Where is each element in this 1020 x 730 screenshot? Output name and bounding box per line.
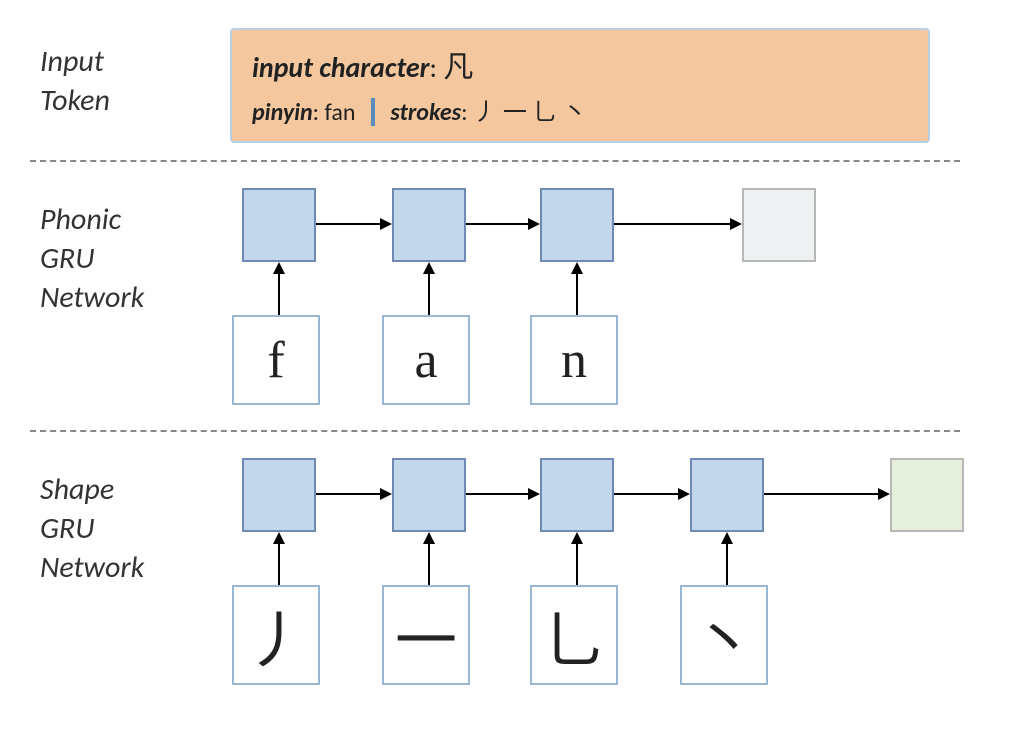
phonic-token-box: n [530,315,618,405]
text: Input [40,43,104,80]
arrow-up-icon [269,262,289,315]
label-input-token: Input Token [40,42,110,120]
token-text: n [561,331,587,390]
token-text: 乚 [543,590,605,680]
phonic-output-cell [742,188,816,262]
arrow-up-icon [567,262,587,315]
label-shape-gru: Shape GRU Network [40,470,144,587]
arrow-up-icon [419,532,439,585]
arrow-right-icon [316,484,392,504]
arrow-up-icon [269,532,289,585]
arrow-up-icon [717,532,737,585]
arrow-right-icon [614,214,742,234]
pinyin-label: pinyin [252,98,313,127]
shape-token-box: 一 [382,585,470,685]
text: Token [40,82,110,119]
strokes-label: strokes [390,98,461,127]
text: Phonic [40,201,121,238]
phonic-cell-1 [242,188,316,262]
pinyin-value: fan [325,98,356,127]
token-text: 丶 [693,590,755,680]
label: input character [252,50,430,85]
input-card: input character: 凡 pinyin: fan strokes: … [230,28,930,143]
phonic-cell-2 [392,188,466,262]
text: GRU [40,510,94,547]
token-text: 丿 [245,590,307,680]
divider-2 [30,430,960,432]
shape-token-box: 丿 [232,585,320,685]
arrow-right-icon [764,484,890,504]
diagram-stage: Input Token input character: 凡 pinyin: f… [0,0,1020,730]
phonic-cell-3 [540,188,614,262]
arrow-right-icon [466,214,540,234]
arrow-right-icon [316,214,392,234]
divider-1 [30,160,960,162]
shape-cell-4 [690,458,764,532]
text: GRU [40,240,94,277]
colon: : [313,98,325,127]
token-text: f [267,331,284,390]
token-text: 一 [395,590,457,680]
token-text: a [414,331,437,390]
strokes-value: 丿 一 乚 丶 [473,100,587,126]
text: Shape [40,471,114,508]
separator-bar [371,98,375,126]
label-phonic-gru: Phonic GRU Network [40,200,144,317]
arrow-right-icon [466,484,540,504]
input-meta-line: pinyin: fan strokes: 丿 一 乚 丶 [252,92,908,127]
input-character-value: 凡 [443,51,473,84]
phonic-token-box: a [382,315,470,405]
text: Network [40,549,144,586]
shape-output-cell [890,458,964,532]
arrow-up-icon [419,262,439,315]
phonic-token-box: f [232,315,320,405]
input-character-line: input character: 凡 [252,42,908,86]
colon: : [461,98,473,127]
shape-cell-3 [540,458,614,532]
shape-token-box: 乚 [530,585,618,685]
arrow-up-icon [567,532,587,585]
text: Network [40,279,144,316]
colon: : [430,50,444,85]
shape-token-box: 丶 [680,585,768,685]
arrow-right-icon [614,484,690,504]
shape-cell-1 [242,458,316,532]
shape-cell-2 [392,458,466,532]
